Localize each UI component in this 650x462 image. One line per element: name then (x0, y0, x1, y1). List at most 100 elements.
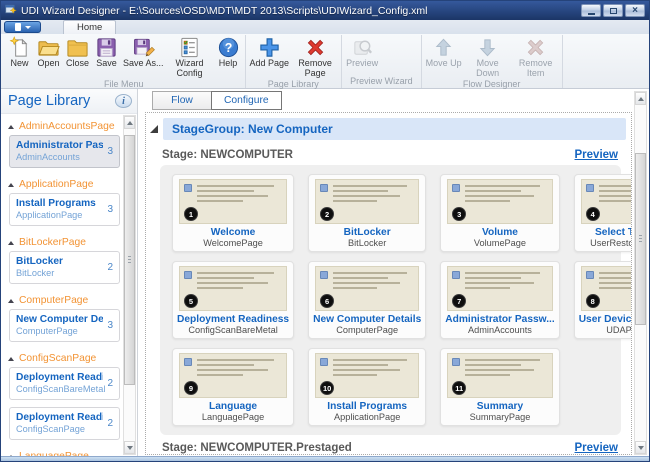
preview-button[interactable]: Preview (344, 35, 380, 69)
chevron-down-icon (25, 26, 31, 29)
arrow-down-icon (476, 36, 499, 59)
group-label-preview-wizard: Preview Wizard (344, 75, 419, 88)
udi-wizard-designer-window: UDI Wizard Designer - E:\Sources\OSD\MDT… (0, 0, 650, 462)
collapse-arrow-icon (8, 357, 14, 361)
collapse-arrow-icon (8, 241, 14, 245)
stage-label: Stage: NEWCOMPUTER (162, 149, 293, 161)
stagegroup-header[interactable]: StageGroup: New Computer (163, 118, 626, 140)
save-button[interactable]: Save (92, 35, 121, 69)
remove-item-button[interactable]: Remove Item (512, 35, 560, 78)
ribbon-tab-row: Home (1, 20, 649, 34)
page-library-list: AdminAccountsPage Administrator Password… (1, 115, 122, 456)
sidebar-scrollbar[interactable] (123, 115, 136, 455)
page-number-badge: 11 (452, 381, 466, 395)
close-button[interactable]: × (625, 4, 645, 17)
open-folder-icon (37, 36, 60, 59)
new-button[interactable]: New (5, 35, 34, 69)
open-button[interactable]: Open (34, 35, 63, 69)
tab-home[interactable]: Home (63, 20, 116, 34)
collapse-arrow-icon (8, 183, 14, 187)
application-menu-button[interactable] (4, 21, 41, 33)
group-header-languagepage[interactable]: LanguagePage (1, 447, 122, 456)
page-thumbnail: 2 (315, 179, 419, 224)
page-card-bitlocker[interactable]: 2 BitLocker BitLocker (308, 174, 426, 252)
library-card-administrator-password[interactable]: Administrator Password AdminAccounts 3 (9, 135, 120, 168)
open-button-label: Open (37, 59, 59, 69)
scroll-up-icon[interactable] (635, 92, 646, 105)
move-up-button-label: Move Up (426, 59, 462, 69)
page-card-install-programs[interactable]: 10 Install Programs ApplicationPage (308, 348, 426, 426)
restore-button[interactable] (603, 4, 623, 17)
remove-page-button[interactable]: Remove Page (291, 35, 339, 78)
save-as-button[interactable]: Save As... (121, 35, 166, 69)
page-number-badge: 2 (320, 207, 334, 221)
close-icon: × (632, 6, 638, 16)
remove-item-button-label: Remove Item (514, 59, 558, 78)
page-number-badge: 7 (452, 294, 466, 308)
library-card-deployment-readiness-configscan[interactable]: Deployment Readiness ConfigScanPage 2 (9, 407, 120, 440)
preview-magnifier-icon (351, 36, 374, 59)
sidebar-scroll-track[interactable] (124, 129, 135, 441)
page-thumbnail: 9 (179, 353, 287, 398)
help-button[interactable]: ? Help (214, 35, 243, 69)
page-thumbnail: 7 (447, 266, 552, 311)
save-as-button-label: Save As... (123, 59, 164, 69)
tab-flow[interactable]: Flow (152, 91, 212, 110)
scroll-down-icon[interactable] (124, 441, 135, 454)
page-card-deployment-readiness[interactable]: 5 Deployment Readiness ConfigScanBareMet… (172, 261, 294, 339)
usage-count: 3 (103, 204, 113, 215)
page-card-welcome[interactable]: 1 Welcome WelcomePage (172, 174, 294, 252)
page-number-badge: 1 (184, 207, 198, 221)
library-card-bitlocker[interactable]: BitLocker BitLocker 2 (9, 251, 120, 284)
library-card-deployment-readiness-baremetal[interactable]: Deployment Readiness ConfigScanBareMetal… (9, 367, 120, 400)
preview-link[interactable]: Preview (575, 149, 618, 161)
page-thumbnail: 11 (447, 353, 552, 398)
wizard-config-button-label: Wizard Config (168, 59, 212, 78)
page-card-select-target[interactable]: 4 Select Target UserRestorePage (574, 174, 632, 252)
close-file-button[interactable]: Close (63, 35, 92, 69)
help-icon: ? (217, 36, 240, 59)
page-number-badge: 10 (320, 381, 334, 395)
main-scrollbar[interactable] (634, 91, 647, 455)
page-thumbnail: 4 (581, 179, 632, 224)
remove-item-x-icon (524, 36, 547, 59)
page-card-summary[interactable]: 11 Summary SummaryPage (440, 348, 559, 426)
new-button-label: New (10, 59, 28, 69)
preview-link[interactable]: Preview (575, 442, 618, 454)
ribbon-group-file-menu: New Open Close Save Save As... (3, 35, 246, 88)
page-card-language[interactable]: 9 Language LanguagePage (172, 348, 294, 426)
scroll-down-icon[interactable] (635, 441, 646, 454)
remove-page-button-label: Remove Page (293, 59, 337, 78)
library-card-new-computer-details[interactable]: New Computer Details ComputerPage 3 (9, 309, 120, 342)
library-card-install-programs[interactable]: Install Programs ApplicationPage 3 (9, 193, 120, 226)
usage-count: 2 (103, 378, 113, 389)
move-down-button[interactable]: Move Down (464, 35, 512, 78)
save-disk-icon (95, 36, 118, 59)
group-header-applicationpage[interactable]: ApplicationPage (1, 175, 122, 193)
group-header-configscanpage[interactable]: ConfigScanPage (1, 349, 122, 367)
titlebar[interactable]: UDI Wizard Designer - E:\Sources\OSD\MDT… (1, 1, 649, 20)
ribbon-spacer (563, 35, 647, 88)
page-card-new-computer-details[interactable]: 6 New Computer Details ComputerPage (308, 261, 426, 339)
main-scroll-thumb[interactable] (635, 153, 646, 325)
save-as-disk-icon (132, 36, 155, 59)
restore-icon (610, 8, 617, 14)
wizard-config-button[interactable]: Wizard Config (166, 35, 214, 78)
add-page-button[interactable]: Add Page (248, 35, 292, 69)
page-card-volume[interactable]: 3 Volume VolumePage (440, 174, 559, 252)
app-icon (5, 2, 17, 20)
stagegroup-expander-icon[interactable] (150, 125, 158, 133)
sidebar-scroll-thumb[interactable] (124, 135, 135, 385)
minimize-button[interactable] (581, 4, 601, 17)
info-icon[interactable] (115, 94, 132, 108)
tab-configure[interactable]: Configure (211, 91, 282, 110)
group-header-adminaccountspage[interactable]: AdminAccountsPage (1, 117, 122, 135)
scroll-up-icon[interactable] (124, 116, 135, 129)
ribbon: New Open Close Save Save As... (1, 34, 649, 89)
group-header-bitlockerpage[interactable]: BitLockerPage (1, 233, 122, 251)
page-card-administrator-password[interactable]: 7 Administrator Passw... AdminAccounts (440, 261, 559, 339)
group-header-computerpage[interactable]: ComputerPage (1, 291, 122, 309)
main-scroll-track[interactable] (635, 105, 646, 441)
move-up-button[interactable]: Move Up (424, 35, 464, 69)
page-card-user-device-affinity[interactable]: 8 User Device Affinity UDAPage (574, 261, 632, 339)
